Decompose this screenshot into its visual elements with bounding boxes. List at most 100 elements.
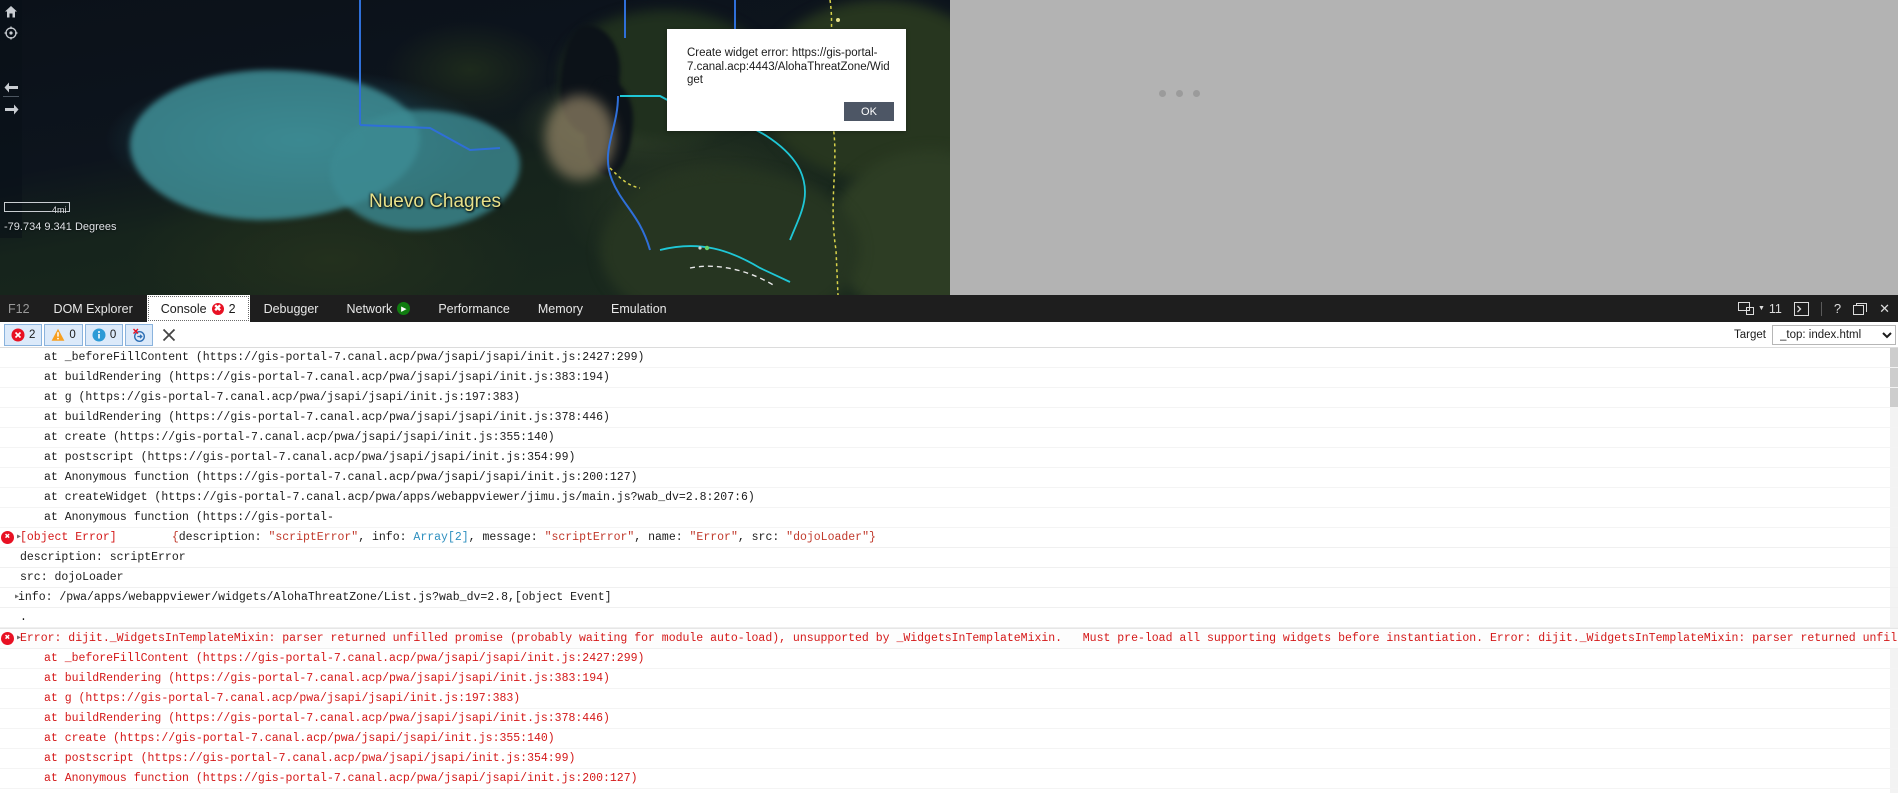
console-toolbar: 2 0 0 Target _top: index.html bbox=[0, 322, 1898, 348]
info-icon bbox=[92, 328, 106, 341]
f12-label: F12 bbox=[8, 301, 30, 316]
tab-debugger[interactable]: Debugger bbox=[250, 295, 333, 322]
console-stack-line: at createWidget (https://gis-portal-7.ca… bbox=[0, 488, 1898, 508]
loading-dot bbox=[1159, 90, 1166, 97]
tab-label: Debugger bbox=[263, 301, 319, 316]
console-stack-line: at _beforeFillContent (https://gis-porta… bbox=[0, 348, 1898, 368]
clear-on-navigate-icon bbox=[133, 328, 146, 342]
create-widget-error-dialog: Create widget error: https://gis-portal-… bbox=[667, 29, 906, 131]
console-blank-line: . bbox=[0, 608, 1898, 628]
locate-icon[interactable] bbox=[2, 24, 20, 42]
tab-dom-explorer[interactable]: DOM Explorer bbox=[40, 295, 147, 322]
object-brace: { bbox=[171, 531, 179, 544]
console-error-row: ✖ ▸ Error: dijit._WidgetsInTemplateMixin: … bbox=[0, 628, 1898, 649]
object-prop-key: description: bbox=[178, 531, 269, 544]
f12-developer-tools: F12 DOM Explorer Console ✖ 2 Debugger Ne… bbox=[0, 295, 1898, 793]
console-toggle-button[interactable] bbox=[1793, 301, 1809, 316]
devtools-tabstrip-right: ▼ 11 ? ✕ bbox=[1737, 295, 1898, 322]
object-prop-key: message: bbox=[482, 531, 545, 544]
loading-panel bbox=[950, 0, 1898, 295]
map-coordinate-readout: -79.734 9.341 Degrees bbox=[4, 221, 117, 233]
filter-warnings-button[interactable]: 0 bbox=[44, 323, 83, 346]
tab-label: DOM Explorer bbox=[53, 301, 133, 316]
dialog-ok-button[interactable]: OK bbox=[844, 102, 894, 121]
console-stack-line: at g (https://gis-portal-7.canal.acp/pwa… bbox=[0, 689, 1898, 709]
object-error-label: [object Error] bbox=[20, 531, 117, 544]
console-object-error-row: ✖ ▸ [object Error] {description: "scriptEr… bbox=[0, 528, 1898, 548]
target-select[interactable]: _top: index.html bbox=[1772, 324, 1896, 345]
console-stack-line: at createW bbox=[0, 789, 1898, 793]
toolbar-divider bbox=[1820, 301, 1822, 316]
console-stack-line: at Anonymous function (https://gis-porta… bbox=[0, 508, 1898, 528]
browser-mode-value: 11 bbox=[1768, 301, 1782, 316]
browser-mode-icon bbox=[1737, 302, 1754, 315]
tab-memory[interactable]: Memory bbox=[524, 295, 597, 322]
console-stack-line: at _beforeFillContent (https://gis-porta… bbox=[0, 649, 1898, 669]
console-detail-text: info: /pwa/apps/webappviewer/widgets/Alo… bbox=[18, 591, 612, 604]
clear-console-button[interactable] bbox=[155, 324, 183, 346]
expand-toggle-icon[interactable]: ▸ bbox=[16, 528, 22, 547]
error-count: 2 bbox=[29, 328, 36, 341]
tab-network[interactable]: Network ▶ bbox=[332, 295, 424, 322]
loading-dot bbox=[1193, 90, 1200, 97]
loading-dot bbox=[1176, 90, 1183, 97]
tab-label: Memory bbox=[537, 301, 584, 316]
error-icon bbox=[11, 328, 25, 341]
object-separator: , bbox=[634, 531, 649, 544]
console-stack-line: at create (https://gis-portal-7.canal.ac… bbox=[0, 428, 1898, 448]
object-separator: , bbox=[737, 531, 752, 544]
filter-errors-button[interactable]: 2 bbox=[4, 323, 43, 346]
help-icon: ? bbox=[1833, 301, 1842, 316]
play-icon[interactable]: ▶ bbox=[397, 302, 411, 315]
expand-toggle-icon[interactable]: ▸ bbox=[16, 629, 22, 648]
console-stack-line: at buildRendering (https://gis-portal-7.… bbox=[0, 709, 1898, 729]
console-detail-line: src: dojoLoader bbox=[0, 568, 1898, 588]
help-button[interactable]: ? bbox=[1834, 301, 1841, 316]
console-log-list: at _beforeFillContent (https://gis-porta… bbox=[0, 348, 1898, 793]
tab-label: Network bbox=[346, 301, 393, 316]
map-place-label: Nuevo Chagres bbox=[369, 191, 502, 212]
console-stack-line: at buildRendering (https://gis-portal-7.… bbox=[0, 669, 1898, 689]
console-stack-line: at postscript (https://gis-portal-7.cana… bbox=[0, 448, 1898, 468]
object-prop-value: "dojoLoader" bbox=[786, 531, 869, 544]
close-icon: ✕ bbox=[1879, 300, 1890, 316]
warning-icon bbox=[52, 328, 65, 341]
tab-emulation[interactable]: Emulation bbox=[597, 295, 681, 322]
tab-performance[interactable]: Performance bbox=[424, 295, 524, 322]
browser-mode-control[interactable]: ▼ 11 bbox=[1737, 301, 1782, 316]
object-prop-value: "Error" bbox=[689, 531, 738, 544]
filter-info-button[interactable]: 0 bbox=[84, 323, 124, 346]
object-prop-key: info: bbox=[372, 531, 414, 544]
undock-button[interactable] bbox=[1853, 302, 1868, 315]
console-toggle-icon bbox=[1793, 301, 1809, 316]
error-icon: ✖ bbox=[1, 531, 14, 544]
object-separator: , bbox=[468, 531, 483, 544]
console-stack-line: at g (https://gis-portal-7.canal.acp/pwa… bbox=[0, 388, 1898, 408]
clear-on-navigate-button[interactable] bbox=[125, 323, 154, 346]
undock-icon bbox=[1853, 302, 1868, 315]
loading-indicator bbox=[1159, 90, 1200, 97]
back-arrow-icon[interactable] bbox=[2, 78, 20, 96]
info-count: 0 bbox=[109, 328, 117, 341]
object-separator: , bbox=[358, 531, 372, 544]
console-output[interactable]: at _beforeFillContent (https://gis-porta… bbox=[0, 348, 1898, 793]
object-prop-value[interactable]: Array[2] bbox=[413, 531, 468, 544]
console-stack-line: at buildRendering (https://gis-portal-7.… bbox=[0, 408, 1898, 428]
console-stack-line: at create (https://gis-portal-7.canal.ac… bbox=[0, 729, 1898, 749]
console-stack-line: at Anonymous function (https://gis-porta… bbox=[0, 769, 1898, 789]
object-prop-value: "scriptError" bbox=[268, 531, 359, 544]
toolbar-divider bbox=[3, 96, 19, 97]
chevron-down-icon: ▼ bbox=[1757, 305, 1765, 312]
console-stack-line: at Anonymous function (https://gis-porta… bbox=[0, 468, 1898, 488]
tab-console[interactable]: Console ✖ 2 bbox=[146, 295, 250, 322]
expand-toggle-icon[interactable]: ▸ bbox=[14, 588, 20, 607]
tab-label: Console bbox=[160, 301, 207, 316]
home-icon[interactable] bbox=[2, 3, 20, 21]
close-icon bbox=[163, 328, 176, 341]
map-scale-label: 4mi bbox=[52, 205, 67, 215]
console-stack-line: at postscript (https://gis-portal-7.cana… bbox=[0, 749, 1898, 769]
forward-arrow-icon[interactable] bbox=[2, 100, 20, 118]
warning-count: 0 bbox=[69, 328, 76, 341]
close-button[interactable]: ✕ bbox=[1879, 301, 1890, 317]
